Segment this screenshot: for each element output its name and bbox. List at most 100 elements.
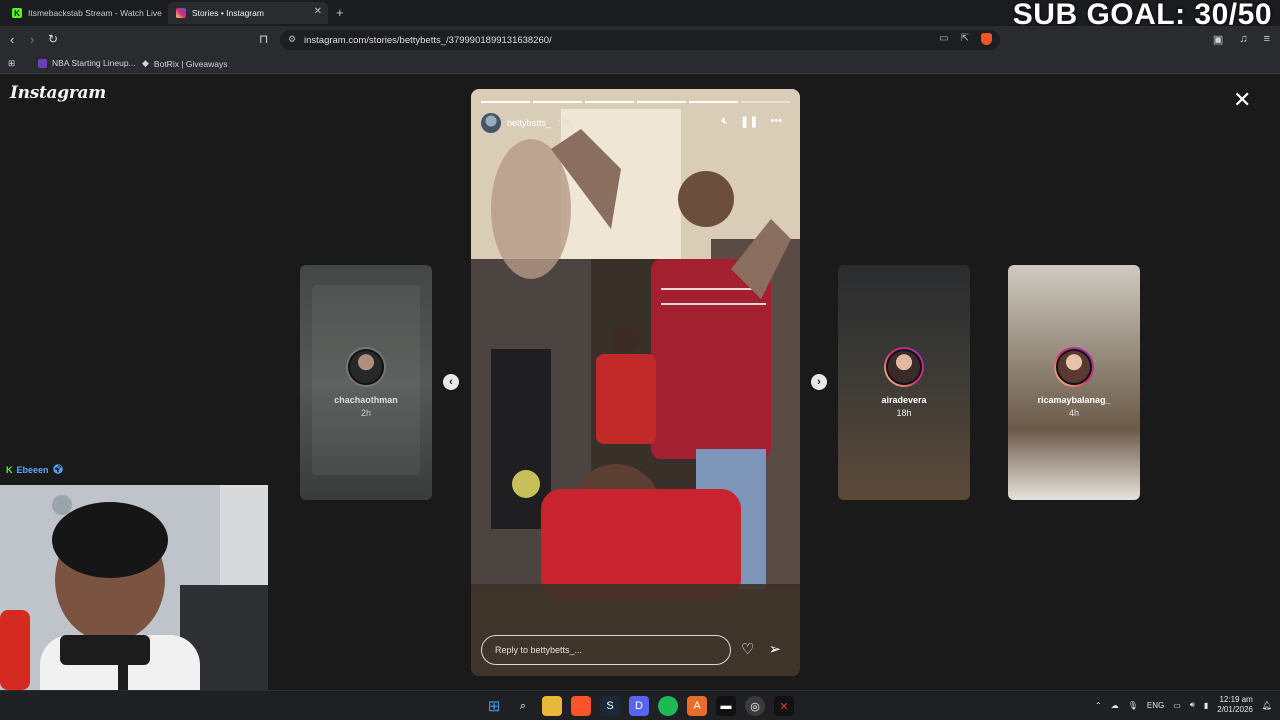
progress-segment — [741, 101, 790, 103]
app-x-icon[interactable]: ✕ — [774, 696, 794, 716]
url-text: instagram.com/stories/bettybetts_/379990… — [304, 34, 552, 46]
steam-icon[interactable]: S — [600, 696, 620, 716]
volume-icon[interactable]: 🔊︎ — [1190, 700, 1195, 710]
story-preview-chachaothman[interactable]: chachaothman 2h — [300, 265, 432, 500]
search-icon[interactable]: ⌕ — [513, 696, 533, 716]
story-video-frame — [471, 89, 800, 676]
nba-favicon-icon — [38, 58, 47, 68]
story-header: bettybetts_ 17h 🔇︎ ❚❚ ••• — [481, 113, 790, 133]
reply-input[interactable]: Reply to bettybetts_... — [481, 635, 731, 665]
tab-kick-stream[interactable]: K Itsmebackstab Stream - Watch Live o — [4, 2, 164, 24]
obs-icon[interactable]: ◎ — [745, 696, 765, 716]
clock-date: 2/01/2026 — [1217, 705, 1253, 714]
bookmark-label: NBA Starting Lineup... — [52, 58, 136, 68]
terminal-icon[interactable]: ▬ — [716, 696, 736, 716]
brave-browser-icon[interactable] — [571, 696, 591, 716]
tab-instagram-stories[interactable]: Stories • Instagram ✕ — [168, 2, 328, 24]
avatar — [1054, 347, 1094, 387]
reply-actions: ♡ ➢ — [741, 640, 781, 658]
next-story-button[interactable]: › — [811, 374, 827, 390]
tab-label: Itsmebackstab Stream - Watch Live o — [28, 8, 164, 18]
story-progress — [481, 101, 790, 103]
share-icon[interactable]: ⇱ — [961, 33, 969, 45]
story-time: 4h — [1068, 408, 1079, 418]
avatar — [346, 347, 386, 387]
active-story[interactable]: bettybetts_ 17h 🔇︎ ❚❚ ••• Reply to betty… — [471, 89, 800, 676]
pause-icon[interactable]: ❚❚ — [740, 115, 758, 128]
chat-message: K Ebeeen 🌍︎ — [6, 464, 64, 475]
kick-icon: K — [12, 8, 22, 18]
chat-username: Ebeeen — [16, 464, 49, 475]
story-controls: 🔇︎ ❚❚ ••• — [721, 115, 782, 128]
bookmark-botrix[interactable]: ◆ BotRix | Giveaways — [142, 58, 227, 69]
tab-label: Stories • Instagram — [192, 8, 264, 18]
clock-time: 12:19 am — [1219, 695, 1253, 704]
webcam-overlay — [0, 485, 268, 720]
progress-segment — [637, 101, 686, 103]
story-username: chachaothman — [334, 395, 398, 405]
story-time: 18h — [896, 408, 912, 418]
avatar[interactable] — [481, 113, 501, 133]
heart-icon[interactable]: ♡ — [741, 640, 754, 658]
brave-shields-icon[interactable] — [981, 33, 992, 45]
botrix-favicon-icon: ◆ — [142, 58, 149, 68]
sidebar-toggle-icon[interactable]: ▣ — [1213, 33, 1223, 46]
cast-icon[interactable]: ▭ — [939, 33, 948, 45]
reload-icon[interactable]: ↻ — [48, 32, 58, 46]
bookmark-label: BotRix | Giveaways — [153, 58, 228, 69]
webcam-feed — [0, 485, 268, 720]
spotify-icon[interactable] — [658, 696, 678, 716]
avatar — [884, 347, 924, 387]
progress-segment — [533, 101, 582, 103]
previous-story-button[interactable]: ‹ — [443, 374, 459, 390]
back-icon[interactable]: ‹ — [10, 32, 14, 47]
emote-icon: 🌍︎ — [52, 464, 64, 474]
browser-toolbar: ‹ › ↻ ⊓ ⚙ instagram.com/stories/bettybet… — [0, 26, 1280, 54]
browser-right-tools: ▣ ♫ ≡ — [1213, 33, 1270, 46]
bookmark-nba-lineup[interactable]: NBA Starting Lineup... — [38, 58, 136, 68]
onedrive-icon[interactable]: ☁ — [1111, 701, 1119, 710]
address-bar[interactable]: ⚙ instagram.com/stories/bettybetts_/3799… — [280, 30, 1000, 50]
network-icon[interactable]: ▭ — [1173, 701, 1181, 710]
progress-segment — [585, 101, 634, 103]
site-info-icon[interactable]: ⚙ — [288, 34, 296, 45]
app-icon[interactable]: A — [687, 696, 707, 716]
story-username: airadevera — [881, 395, 927, 405]
forward-icon[interactable]: › — [30, 32, 34, 47]
new-tab-button[interactable]: + — [336, 5, 344, 20]
close-tab-icon[interactable]: ✕ — [314, 6, 322, 17]
battery-icon[interactable]: ▮ — [1204, 701, 1208, 710]
tray-overflow-icon[interactable]: ⌃ — [1095, 701, 1102, 710]
file-explorer-icon[interactable] — [542, 696, 562, 716]
progress-segment — [689, 101, 738, 103]
discord-icon[interactable]: D — [629, 696, 649, 716]
more-options-icon[interactable]: ••• — [770, 115, 782, 128]
address-bar-actions: ▭ ⇱ — [939, 33, 992, 45]
bookmarks-bar: ⊞ NBA Starting Lineup... ◆ BotRix | Give… — [0, 54, 1280, 74]
apps-grid-icon[interactable]: ⊞ — [8, 58, 15, 69]
instagram-icon — [176, 8, 186, 18]
close-stories-icon[interactable]: ✕ — [1233, 89, 1251, 111]
story-time: 17h — [557, 118, 573, 128]
start-icon[interactable]: ⊞ — [484, 696, 504, 716]
microphone-icon[interactable]: 🎙︎ — [1128, 701, 1138, 710]
clock[interactable]: 12:19 am 2/01/2026 — [1217, 695, 1253, 715]
media-icon[interactable]: ♫ — [1239, 33, 1247, 46]
instagram-logo[interactable]: Instagram — [10, 83, 106, 103]
muted-speaker-icon[interactable]: 🔇︎ — [721, 115, 728, 128]
taskbar-apps: ⊞ ⌕ S D A ▬ ◎ ✕ — [484, 696, 794, 716]
story-username[interactable]: bettybetts_ — [507, 118, 551, 128]
kick-badge-icon: K — [6, 464, 13, 475]
menu-icon[interactable]: ≡ — [1264, 33, 1270, 46]
bookmark-page-icon[interactable]: ⊓ — [259, 32, 268, 46]
system-tray: ⌃ ☁ 🎙︎ ENG ▭ 🔊︎ ▮ 12:19 am 2/01/2026 🔔︎ — [1095, 695, 1272, 715]
send-icon[interactable]: ➢ — [768, 640, 781, 658]
story-username: ricamaybalanag_ — [1037, 395, 1111, 405]
story-preview-ricamaybalanag[interactable]: ricamaybalanag_ 4h — [1008, 265, 1140, 500]
story-preview-airadevera[interactable]: airadevera 18h — [838, 265, 970, 500]
screen: K Itsmebackstab Stream - Watch Live o St… — [0, 0, 1280, 720]
notifications-icon[interactable]: 🔔︎ — [1262, 701, 1272, 710]
windows-taskbar: ⊞ ⌕ S D A ▬ ◎ ✕ ⌃ ☁ 🎙︎ ENG ▭ 🔊︎ ▮ 12:19 … — [0, 690, 1280, 720]
language-indicator[interactable]: ENG — [1147, 701, 1164, 710]
progress-segment — [481, 101, 530, 103]
